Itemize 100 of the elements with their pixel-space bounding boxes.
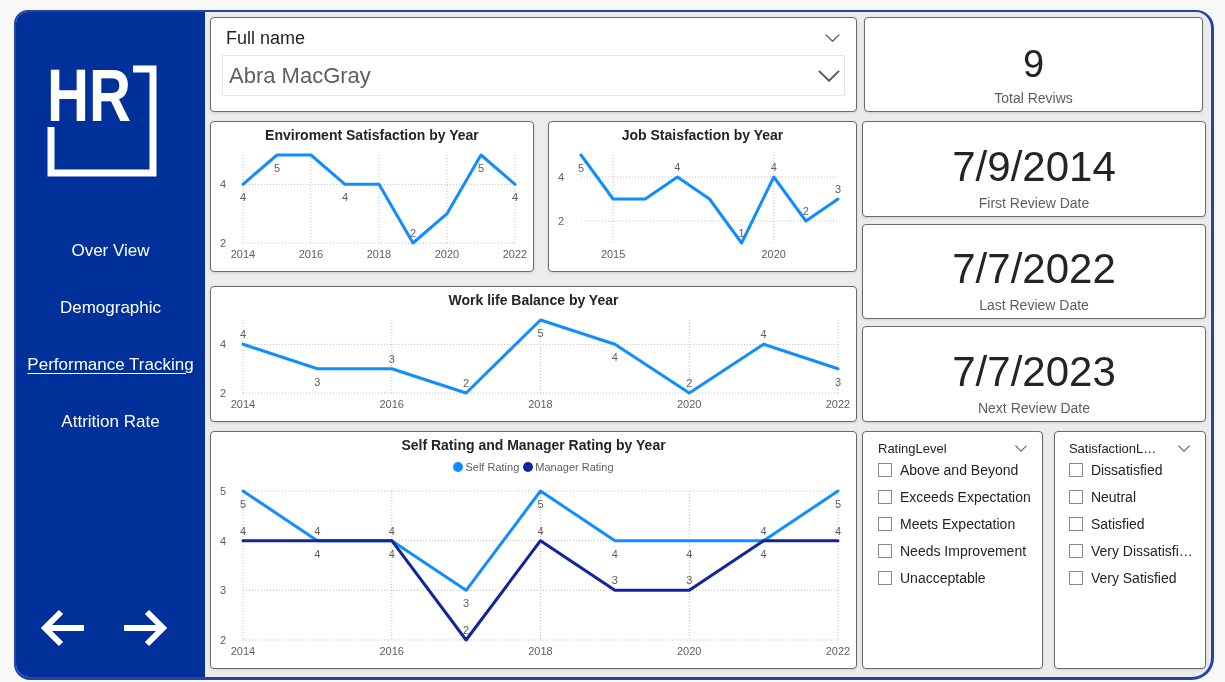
data-label: 4 (760, 547, 767, 560)
kpi-label: Next Review Date (977, 399, 1090, 417)
slicer-title: Full name (226, 27, 306, 49)
axis-label: 2022 (825, 645, 851, 657)
axis-label: 2020 (677, 398, 702, 410)
option-label[interactable]: Exceeds Expectation (900, 489, 1031, 505)
chevron-down-icon[interactable] (818, 69, 840, 82)
nav-link[interactable]: Demographic (59, 295, 162, 321)
data-label: 4 (239, 328, 247, 341)
axis-label: 2016 (379, 645, 404, 657)
left-arrow-icon[interactable] (40, 609, 84, 647)
data-label: 2 (463, 377, 470, 389)
data-label: 4 (239, 524, 247, 537)
data-label: 4 (611, 547, 618, 560)
kpi-value: 7/7/2023 (952, 351, 1116, 393)
data-label: 5 (273, 162, 281, 174)
data-label: 4 (341, 191, 349, 204)
axis-label: 2020 (677, 645, 702, 657)
data-label: 5 (477, 162, 485, 174)
checkbox[interactable] (878, 463, 892, 477)
chart-title: Work life Balance by Year (447, 291, 620, 310)
slicer-title: RatingLevel (878, 440, 947, 456)
axis-label: 2020 (434, 248, 460, 260)
data-label: 4 (834, 524, 842, 537)
chevron-down-icon[interactable] (1014, 444, 1027, 452)
option-label[interactable]: Dissatisfied (1090, 462, 1163, 478)
option-label[interactable]: Very Dissatisfi… (1090, 543, 1193, 559)
data-label: 4 (388, 547, 395, 560)
checkbox[interactable] (878, 517, 892, 531)
data-label: 5 (577, 162, 584, 174)
data-label: 1 (738, 227, 745, 239)
option-label[interactable]: Above and Beyond (900, 462, 1019, 478)
axis-label: 2016 (379, 398, 404, 410)
axis-label: 2 (557, 215, 564, 227)
checkbox[interactable] (1068, 490, 1083, 504)
data-label: 5 (537, 327, 544, 339)
kpi-label: Total Reviws (994, 89, 1073, 107)
dropdown-field[interactable]: Abra MacGray (222, 55, 845, 96)
data-label: 4 (511, 191, 519, 204)
data-label: 3 (314, 375, 321, 388)
checkbox[interactable] (878, 571, 892, 585)
axis-label: 2016 (298, 248, 324, 260)
axis-label: 2014 (230, 398, 256, 410)
checkbox[interactable] (878, 544, 892, 558)
data-label: 3 (611, 574, 618, 587)
data-label: 2 (463, 624, 470, 636)
data-label: 5 (834, 498, 842, 510)
kpi-value: 7/9/2014 (952, 145, 1116, 188)
axis-label: 5 (219, 485, 227, 497)
axis-label: 4 (219, 338, 227, 351)
option-label[interactable]: Meets Expectation (900, 516, 1016, 532)
nav-link[interactable]: Attrition Rate (61, 409, 160, 435)
checkbox[interactable] (1068, 571, 1083, 585)
chart-title: Job Staisfaction by Year (620, 126, 785, 145)
hr-logo: HR (47, 65, 157, 177)
option-label[interactable]: Satisfied (1090, 516, 1145, 532)
checkbox[interactable] (1068, 517, 1083, 531)
right-arrow-icon[interactable] (124, 609, 168, 647)
option-label[interactable]: Unacceptable (900, 570, 986, 586)
data-label: 4 (674, 161, 681, 173)
axis-label: 2020 (761, 248, 786, 260)
nav-link[interactable]: Performance Tracking (27, 352, 194, 378)
data-label: 4 (760, 524, 767, 537)
kpi-value: 7/7/2022 (952, 248, 1116, 291)
legend-label: Manager Rating (535, 461, 614, 473)
data-label: 2 (686, 377, 693, 389)
chart-title: Self Rating and Manager Rating by Year (400, 436, 667, 455)
data-label: 3 (463, 597, 470, 610)
data-label: 4 (314, 524, 321, 537)
data-label: 3 (388, 352, 395, 365)
data-label: 3 (834, 183, 841, 195)
checkbox[interactable] (878, 490, 892, 504)
data-label: 4 (770, 161, 777, 173)
option-label[interactable]: Neutral (1090, 489, 1136, 505)
data-label: 4 (388, 524, 395, 537)
axis-label: 2018 (366, 248, 392, 260)
data-label: 4 (314, 547, 321, 560)
checkbox[interactable] (1068, 544, 1083, 558)
data-label: 3 (686, 574, 693, 587)
legend-label: Self Rating (465, 461, 520, 473)
axis-label: 2 (219, 634, 227, 646)
axis-label: 2 (219, 387, 227, 399)
axis-label: 2014 (230, 248, 256, 260)
option-label[interactable]: Very Satisfied (1090, 570, 1177, 586)
data-label: 4 (611, 351, 618, 364)
nav-link[interactable]: Over View (71, 238, 150, 264)
data-label: 5 (537, 498, 544, 510)
axis-label: 2015 (600, 248, 626, 260)
axis-label: 4 (219, 178, 227, 191)
slicer-title: SatisfactionL… (1068, 440, 1157, 456)
data-label: 2 (802, 205, 809, 217)
chevron-down-icon[interactable] (1178, 444, 1190, 452)
chevron-down-icon[interactable] (825, 34, 840, 42)
option-label[interactable]: Needs Improvement (900, 543, 1027, 559)
checkbox[interactable] (1068, 463, 1083, 477)
data-label: 3 (834, 375, 842, 388)
data-label: 4 (537, 524, 544, 537)
axis-label: 2018 (528, 398, 553, 410)
axis-label: 2022 (502, 248, 528, 260)
axis-label: 2014 (230, 645, 256, 657)
